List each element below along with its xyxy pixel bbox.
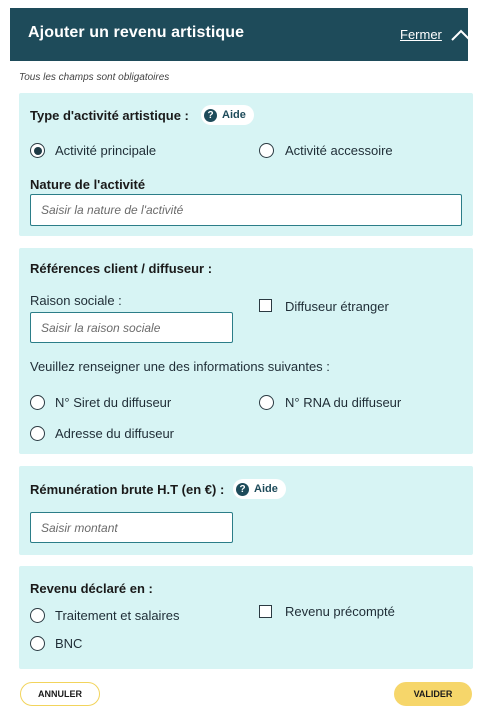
nature-input[interactable]	[30, 194, 462, 226]
revenue-label: Revenu déclaré en :	[30, 581, 153, 596]
radio-siret[interactable]	[30, 395, 45, 410]
help-label: Aide	[222, 109, 246, 121]
radio-adresse[interactable]	[30, 426, 45, 441]
dialog-title: Ajouter un revenu artistique	[28, 24, 245, 41]
diffuseur-etranger-checkbox[interactable]	[259, 299, 272, 312]
help-icon: ?	[236, 482, 249, 496]
radio-activite-accessoire-label: Activité accessoire	[285, 143, 393, 158]
revenu-precompte-label: Revenu précompté	[285, 604, 395, 619]
radio-siret-label: N° Siret du diffuseur	[55, 395, 172, 410]
help-icon: ?	[204, 108, 217, 122]
diffuseur-etranger-label: Diffuseur étranger	[285, 299, 389, 314]
raison-sociale-label: Raison sociale :	[30, 293, 122, 308]
close-link[interactable]: Fermer	[400, 27, 442, 42]
client-section: Références client / diffuseur : Raison s…	[19, 248, 473, 454]
radio-traitement-salaires-label: Traitement et salaires	[55, 608, 180, 623]
radio-rna-label: N° RNA du diffuseur	[285, 395, 402, 410]
radio-traitement-salaires[interactable]	[30, 608, 45, 623]
activity-section: Type d'activité artistique : ? Aide Acti…	[19, 93, 473, 236]
chevron-up-icon[interactable]	[450, 28, 472, 42]
validate-button[interactable]: VALIDER	[394, 682, 472, 706]
radio-bnc-label: BNC	[55, 636, 83, 651]
radio-activite-principale-label: Activité principale	[55, 143, 157, 158]
cancel-button[interactable]: ANNULER	[20, 682, 100, 706]
remuneration-help-button[interactable]: ? Aide	[233, 479, 286, 499]
info-instruction: Veuillez renseigner une des informations…	[30, 359, 330, 374]
activity-help-button[interactable]: ? Aide	[201, 105, 254, 125]
client-section-label: Références client / diffuseur :	[30, 261, 213, 276]
radio-bnc[interactable]	[30, 636, 45, 651]
radio-adresse-label: Adresse du diffuseur	[55, 426, 174, 441]
remuneration-section: Rémunération brute H.T (en €) : ? Aide	[19, 466, 473, 555]
nature-label: Nature de l'activité	[30, 177, 146, 192]
dialog-header: Ajouter un revenu artistique Fermer	[10, 8, 471, 61]
revenu-precompte-checkbox[interactable]	[259, 605, 272, 618]
raison-sociale-input[interactable]	[30, 312, 233, 343]
remuneration-label: Rémunération brute H.T (en €) :	[30, 482, 225, 497]
revenue-section: Revenu déclaré en : Traitement et salair…	[19, 566, 473, 669]
help-label: Aide	[254, 483, 278, 495]
montant-input[interactable]	[30, 512, 233, 543]
radio-activite-accessoire[interactable]	[259, 143, 274, 158]
radio-rna[interactable]	[259, 395, 274, 410]
activity-type-label: Type d'activité artistique :	[30, 108, 189, 123]
required-note: Tous les champs sont obligatoires	[19, 72, 170, 83]
radio-activite-principale[interactable]	[30, 143, 45, 158]
